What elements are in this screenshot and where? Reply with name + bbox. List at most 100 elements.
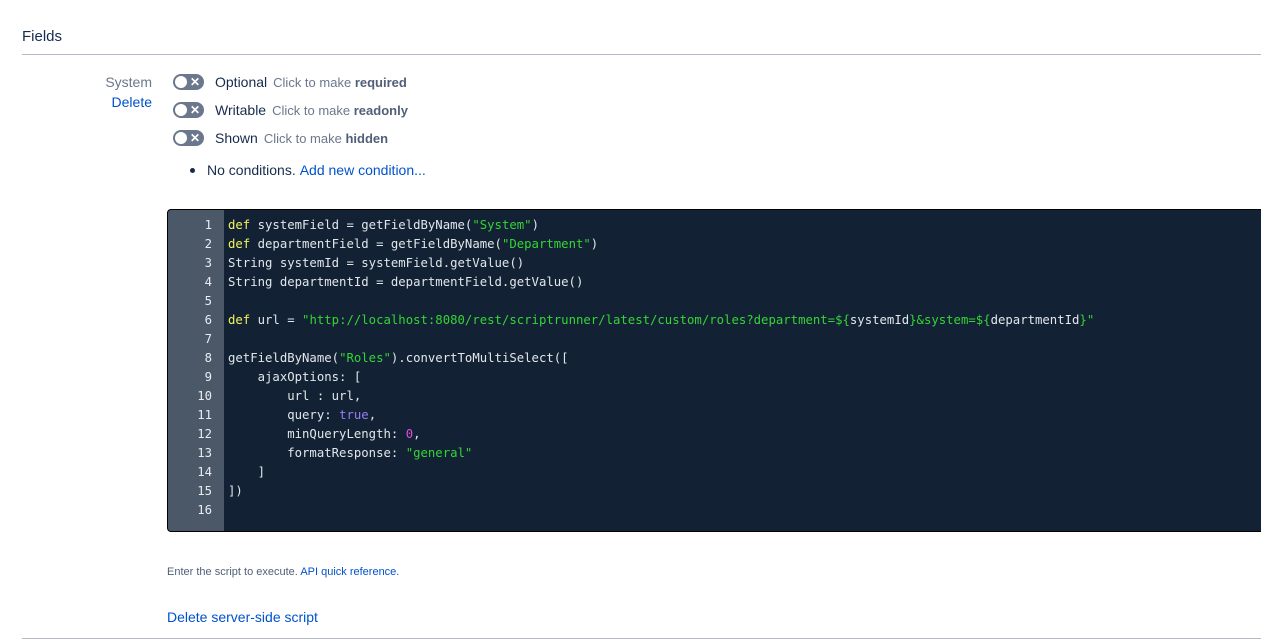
required-toggle-row: ✕ Optional Click to make required [173,72,407,92]
code-text: url : url, [224,387,361,406]
code-line: 9 ajaxOptions: [ [168,368,1261,387]
toggle-state-label: Writable [215,102,267,118]
toggle-knob [175,76,187,88]
line-number: 14 [197,465,212,479]
toggle-hint[interactable]: Click to make required [273,75,407,90]
code-line: 3 String systemId = systemField.getValue(… [168,254,1261,273]
code-token: ]) [228,484,243,498]
hidden-toggle-row: ✕ Shown Click to make hidden [173,128,388,148]
hidden-toggle[interactable]: ✕ [173,130,204,146]
code-line: 2 def departmentField = getFieldByName("D… [168,235,1261,254]
line-number: 11 [197,408,212,422]
code-text: def systemField = getFieldByName("System… [224,216,539,235]
add-condition-link[interactable]: Add new condition... [300,162,426,178]
code-token: "http://localhost:8080/rest/scriptrunner… [302,313,850,327]
code-line: 8 getFieldByName("Roles").convertToMultiS… [168,349,1261,368]
code-token: def [228,218,251,232]
line-number: 3 [204,256,212,270]
section-divider [22,54,1261,55]
code-text: ajaxOptions: [ [224,368,362,387]
code-token: "Roles" [339,351,391,365]
line-number: 2 [204,237,212,251]
code-token: def [228,313,251,327]
code-token: true [339,408,369,422]
toggle-off-icon: ✕ [189,131,200,145]
code-line: 14 ] [168,463,1261,482]
code-line: 11 query: true, [168,406,1261,425]
code-token: , [413,427,421,441]
bottom-divider [22,638,1261,639]
code-token: }" [1079,313,1095,327]
code-line: 7 [168,330,1261,349]
code-token: , [368,408,377,422]
toggle-state-label: Shown [215,130,258,146]
required-toggle[interactable]: ✕ [173,74,204,90]
toggle-hint[interactable]: Click to make readonly [272,103,408,118]
field-name: System [105,74,152,90]
line-number: 6 [204,313,212,327]
conditions-list-item: No conditions. Add new condition... [190,162,426,178]
script-hint-text: Enter the script to execute. [167,566,298,578]
toggle-hint[interactable]: Click to make hidden [264,131,388,146]
code-line: 1 def systemField = getFieldByName("Syste… [168,216,1261,235]
code-token: }&system=${ [909,313,991,327]
code-token: systemId [849,313,910,327]
toggle-knob [175,132,187,144]
line-number: 5 [204,294,212,308]
code-line: 5 [168,292,1261,311]
code-token: "Department" [501,237,591,251]
code-token: ) [590,237,599,251]
code-line: 4 String departmentId = departmentField.g… [168,273,1261,292]
toggle-off-icon: ✕ [189,75,200,89]
code-line: 15]) [168,482,1261,501]
line-number: 9 [204,370,212,384]
code-text: query: true, [224,406,376,425]
code-line: 13 formatResponse: "general" [168,444,1261,463]
code-text: getFieldByName("Roles").convertToMultiSe… [224,349,569,368]
code-token: query: [228,408,340,422]
line-number: 16 [197,503,212,517]
code-token: String systemId = systemField.getValue() [228,256,525,270]
code-token: systemField = getFieldByName( [250,218,473,232]
code-text: ] [224,463,265,482]
code-text: def url = "http://localhost:8080/rest/sc… [224,311,1094,330]
code-token: def [228,237,251,251]
code-text: minQueryLength: 0, [224,425,421,444]
delete-server-script-link[interactable]: Delete server-side script [167,609,318,625]
code-text: String systemId = systemField.getValue() [224,254,524,273]
toggle-off-icon: ✕ [189,103,200,117]
line-number: 10 [197,389,212,403]
code-token: minQueryLength: [228,427,406,441]
code-line: 10 url : url, [168,387,1261,406]
code-token: "System" [472,218,532,232]
script-editor[interactable]: 1 def systemField = getFieldByName("Syste… [167,209,1261,532]
section-title: Fields [22,28,63,45]
toggle-knob [175,104,187,116]
code-text: ]) [224,482,243,501]
line-number: 13 [197,446,212,460]
line-number: 15 [197,484,212,498]
no-conditions-text: No conditions. [207,162,296,178]
code-token: "general" [405,446,473,460]
code-token: formatResponse: [228,446,406,460]
code-token: ).convertToMultiSelect([ [390,351,569,365]
code-token: ajaxOptions: [ [228,370,362,384]
code-token: departmentId [990,313,1080,327]
readonly-toggle[interactable]: ✕ [173,102,204,118]
code-token: 0 [405,427,414,441]
api-reference-link[interactable]: API quick reference. [300,566,399,578]
delete-field-link[interactable]: Delete [112,94,152,110]
code-text: def departmentField = getFieldByName("De… [224,235,598,254]
line-number: 8 [204,351,212,365]
code-token: String departmentId = departmentField.ge… [228,275,584,289]
toggle-state-label: Optional [215,74,268,90]
code-token: url : url, [228,389,362,403]
code-text: formatResponse: "general" [224,444,472,463]
bullet-icon [190,167,195,173]
code-token: ) [531,218,539,232]
code-token: ] [228,465,266,479]
code-token: url = [250,313,303,327]
